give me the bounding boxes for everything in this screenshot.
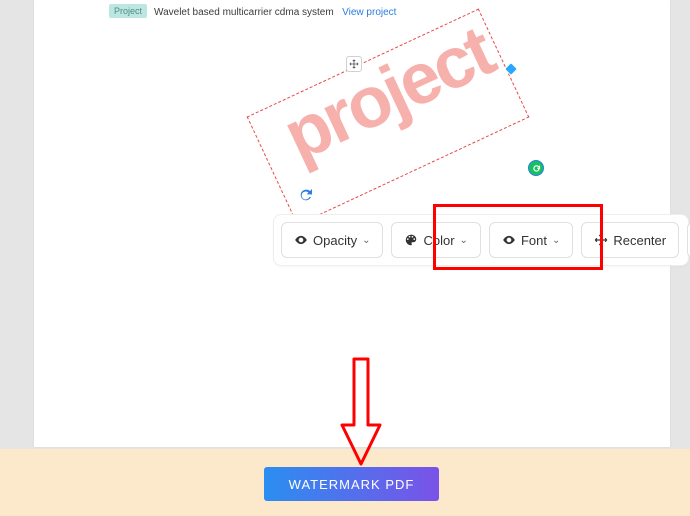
watermark-text[interactable]: project (257, 4, 518, 184)
watermark-selection[interactable]: project (260, 23, 516, 211)
move-icon (594, 233, 608, 247)
resize-handle-right[interactable] (504, 62, 518, 76)
rotate-handle-icon[interactable] (298, 187, 314, 203)
watermark-pdf-button[interactable]: WATERMARK PDF (264, 467, 439, 501)
color-button[interactable]: Color ⌄ (391, 222, 480, 258)
selection-outline (247, 9, 530, 226)
move-handle-icon[interactable] (346, 56, 362, 72)
font-label: Font (521, 233, 547, 248)
recenter-button[interactable]: Recenter (581, 222, 679, 258)
grammarly-icon[interactable] (528, 160, 544, 176)
watermark-pdf-label: WATERMARK PDF (289, 477, 415, 492)
view-project-link[interactable]: View project (342, 7, 396, 18)
opacity-label: Opacity (313, 233, 357, 248)
document-page: Project Wavelet based multicarrier cdma … (34, 0, 670, 447)
opacity-button[interactable]: Opacity ⌄ (281, 222, 383, 258)
doc-snippet: Project Wavelet based multicarrier cdma … (109, 2, 396, 20)
chevron-down-icon: ⌄ (460, 235, 468, 246)
watermark-toolbar: Opacity ⌄ Color ⌄ Font ⌄ (273, 214, 689, 266)
eye-icon (502, 233, 516, 247)
project-badge: Project (109, 4, 147, 18)
palette-icon (404, 233, 418, 247)
chevron-down-icon: ⌄ (552, 235, 560, 246)
recenter-label: Recenter (613, 233, 666, 248)
font-button[interactable]: Font ⌄ (489, 222, 573, 258)
doc-snippet-body: Wavelet based multicarrier cdma system (154, 7, 334, 18)
color-label: Color (423, 233, 454, 248)
doc-snippet-text: Wavelet based multicarrier cdma system V… (154, 2, 396, 20)
eye-icon (294, 233, 308, 247)
chevron-down-icon: ⌄ (362, 235, 370, 246)
